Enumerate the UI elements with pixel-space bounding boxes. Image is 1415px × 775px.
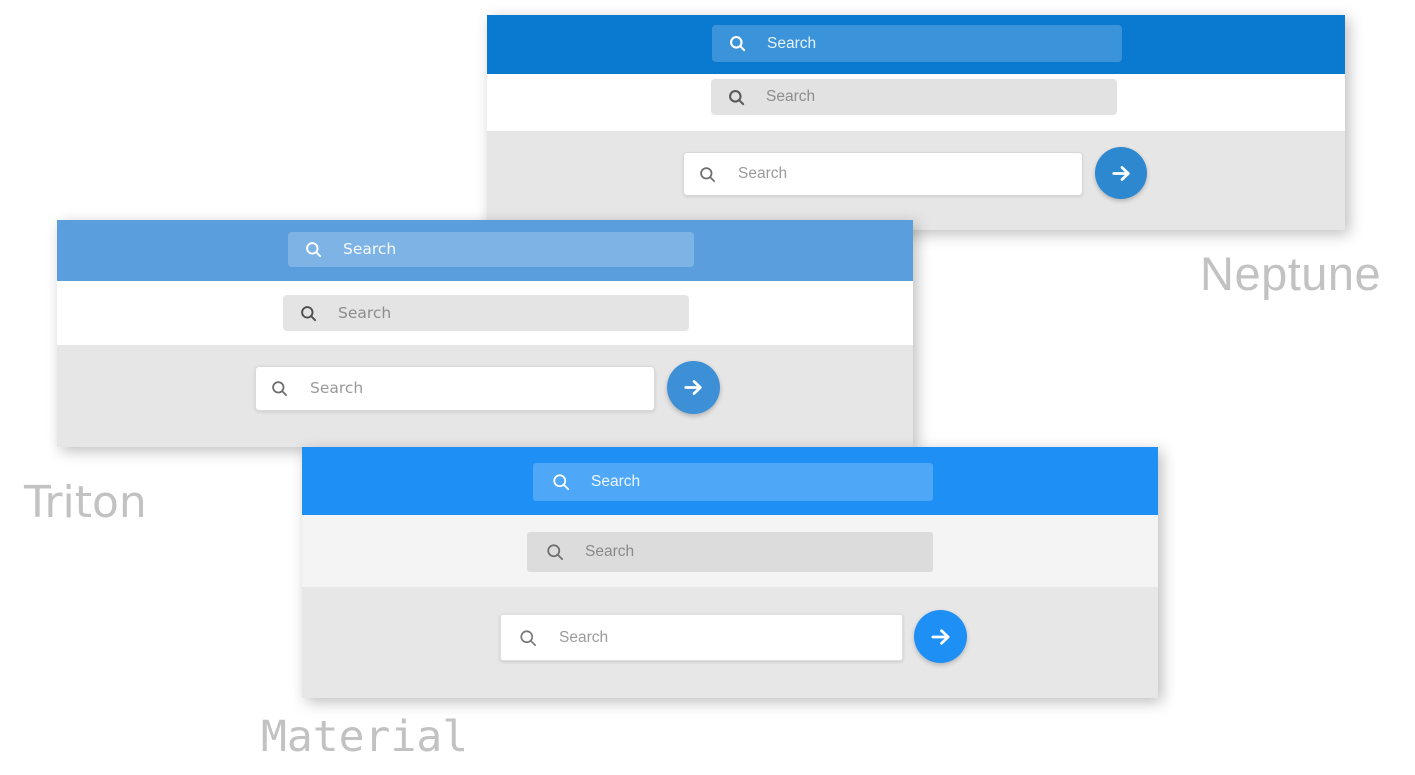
neptune-mid-band: Search (487, 74, 1345, 131)
search-icon (545, 532, 565, 572)
theme-panel-neptune: Search Search Search (487, 15, 1345, 230)
search-icon (728, 25, 747, 62)
triton-header-search-field[interactable]: Search (288, 232, 694, 267)
search-icon (270, 367, 289, 410)
arrow-right-icon (1109, 161, 1134, 186)
search-icon (727, 79, 746, 115)
neptune-mid-search-field[interactable]: Search (711, 79, 1117, 115)
screenshot-canvas: Search Search Search Search Search Searc… (0, 0, 1415, 775)
search-icon (551, 463, 571, 501)
material-header-band: Search (302, 447, 1158, 515)
material-foot-band: Search (302, 587, 1158, 698)
neptune-header-band: Search (487, 15, 1345, 74)
neptune-foot-band: Search (487, 131, 1345, 230)
neptune-header-search-field[interactable]: Search (712, 25, 1122, 62)
triton-foot-search-field[interactable]: Search (255, 366, 655, 411)
material-header-search-placeholder: Search (591, 473, 641, 490)
theme-panel-triton: Search Search Search (57, 220, 913, 447)
material-foot-search-field[interactable]: Search (500, 614, 903, 661)
triton-mid-search-field[interactable]: Search (283, 295, 689, 331)
neptune-foot-search-placeholder: Search (738, 165, 788, 182)
material-go-button[interactable] (914, 610, 967, 663)
triton-go-button[interactable] (667, 361, 720, 414)
triton-mid-band: Search (57, 281, 913, 345)
theme-label-triton: Triton (24, 477, 147, 528)
triton-foot-band: Search (57, 345, 913, 447)
material-mid-search-field[interactable]: Search (527, 532, 933, 572)
search-icon (518, 615, 538, 660)
neptune-go-button[interactable] (1095, 147, 1147, 199)
material-mid-search-placeholder: Search (585, 543, 635, 560)
theme-panel-material: Search Search Search (302, 447, 1158, 698)
search-icon (304, 232, 323, 267)
arrow-right-icon (928, 624, 954, 650)
arrow-right-icon (681, 375, 706, 400)
search-icon (299, 295, 318, 331)
neptune-mid-search-placeholder: Search (766, 88, 816, 105)
neptune-foot-search-field[interactable]: Search (683, 152, 1083, 196)
material-header-search-field[interactable]: Search (533, 463, 933, 501)
material-foot-search-placeholder: Search (559, 629, 609, 646)
triton-header-search-placeholder: Search (343, 240, 397, 258)
theme-label-neptune: Neptune (1200, 247, 1382, 300)
triton-header-band: Search (57, 220, 913, 281)
theme-label-material: Material (261, 712, 469, 762)
material-mid-band: Search (302, 515, 1158, 587)
search-icon (698, 153, 717, 195)
triton-mid-search-placeholder: Search (338, 304, 392, 322)
neptune-header-search-placeholder: Search (767, 35, 817, 52)
triton-foot-search-placeholder: Search (310, 379, 364, 397)
